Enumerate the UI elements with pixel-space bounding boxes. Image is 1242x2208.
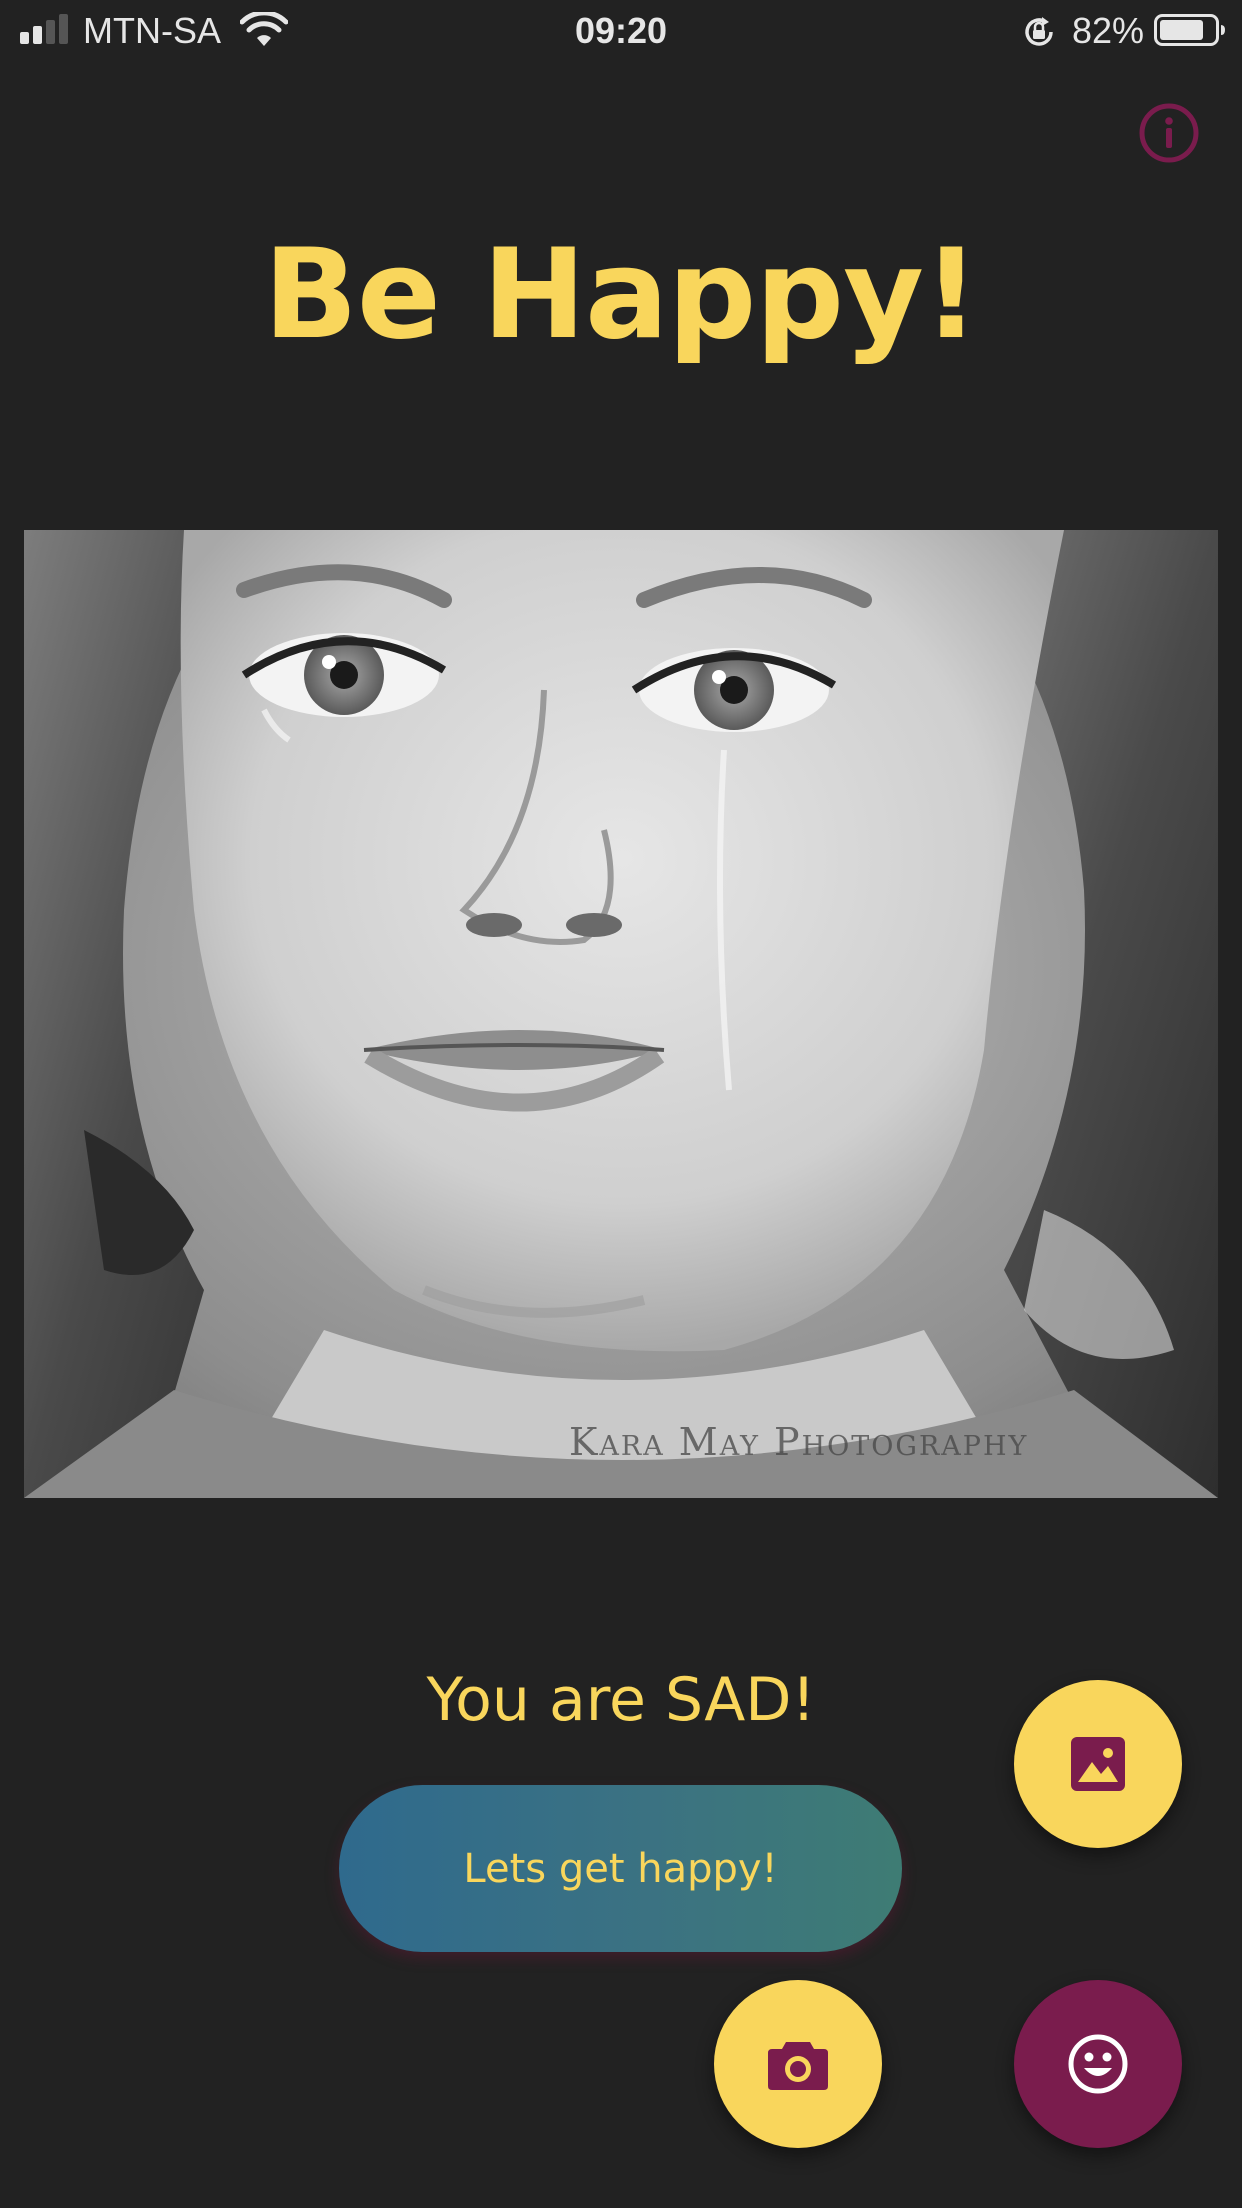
info-button[interactable] [1138, 102, 1200, 164]
battery-icon [1154, 14, 1225, 46]
camera-button[interactable] [714, 1980, 882, 2148]
battery-percent: 82% [1072, 10, 1145, 51]
emotion-detect-button[interactable] [1014, 1980, 1182, 2148]
get-happy-button[interactable]: Lets get happy! [339, 1785, 902, 1952]
smiley-icon [1068, 2034, 1128, 2094]
orientation-lock-icon [1025, 17, 1053, 46]
gallery-button[interactable] [1014, 1680, 1182, 1848]
info-icon [1139, 103, 1199, 163]
camera-icon [768, 2042, 828, 2090]
face-photo-image [24, 530, 1218, 1498]
status-bar: MTN-SA 09:20 82% [0, 0, 1242, 62]
photo-watermark: Kara May Photography [569, 1420, 1029, 1464]
get-happy-button-label: Lets get happy! [463, 1845, 778, 1892]
page-title: Be Happy! [263, 223, 979, 367]
analyzed-photo: Kara May Photography [24, 530, 1218, 1498]
image-icon [1071, 1737, 1125, 1791]
